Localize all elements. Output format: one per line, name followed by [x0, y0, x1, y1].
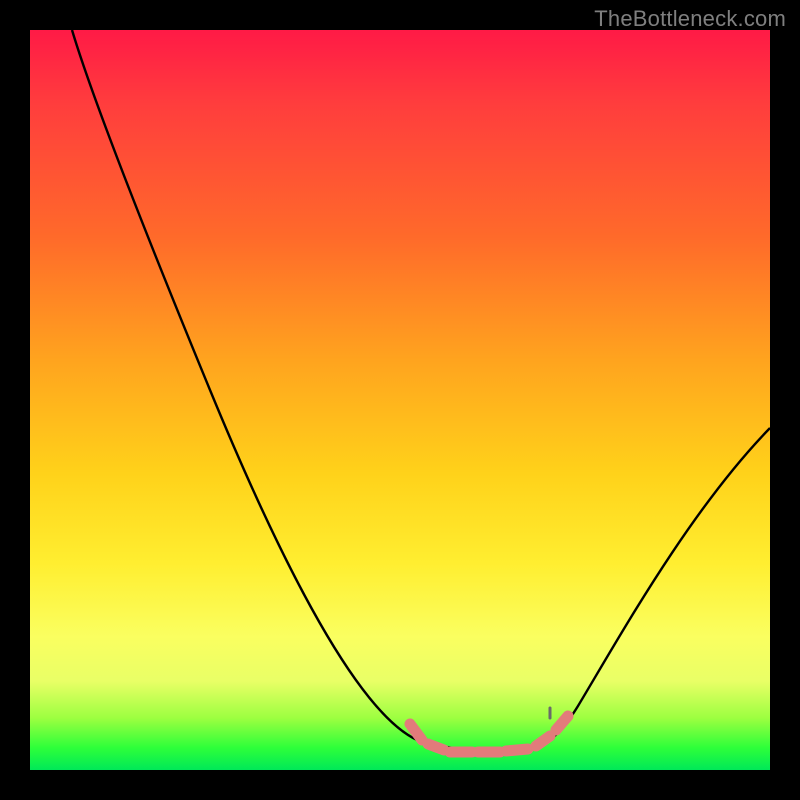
chart-frame: TheBottleneck.com [0, 0, 800, 800]
optimal-zone-markers [410, 708, 568, 752]
plot-area [30, 30, 770, 770]
curve-path [72, 30, 770, 750]
watermark-text: TheBottleneck.com [594, 6, 786, 32]
bottleneck-curve [30, 30, 770, 770]
